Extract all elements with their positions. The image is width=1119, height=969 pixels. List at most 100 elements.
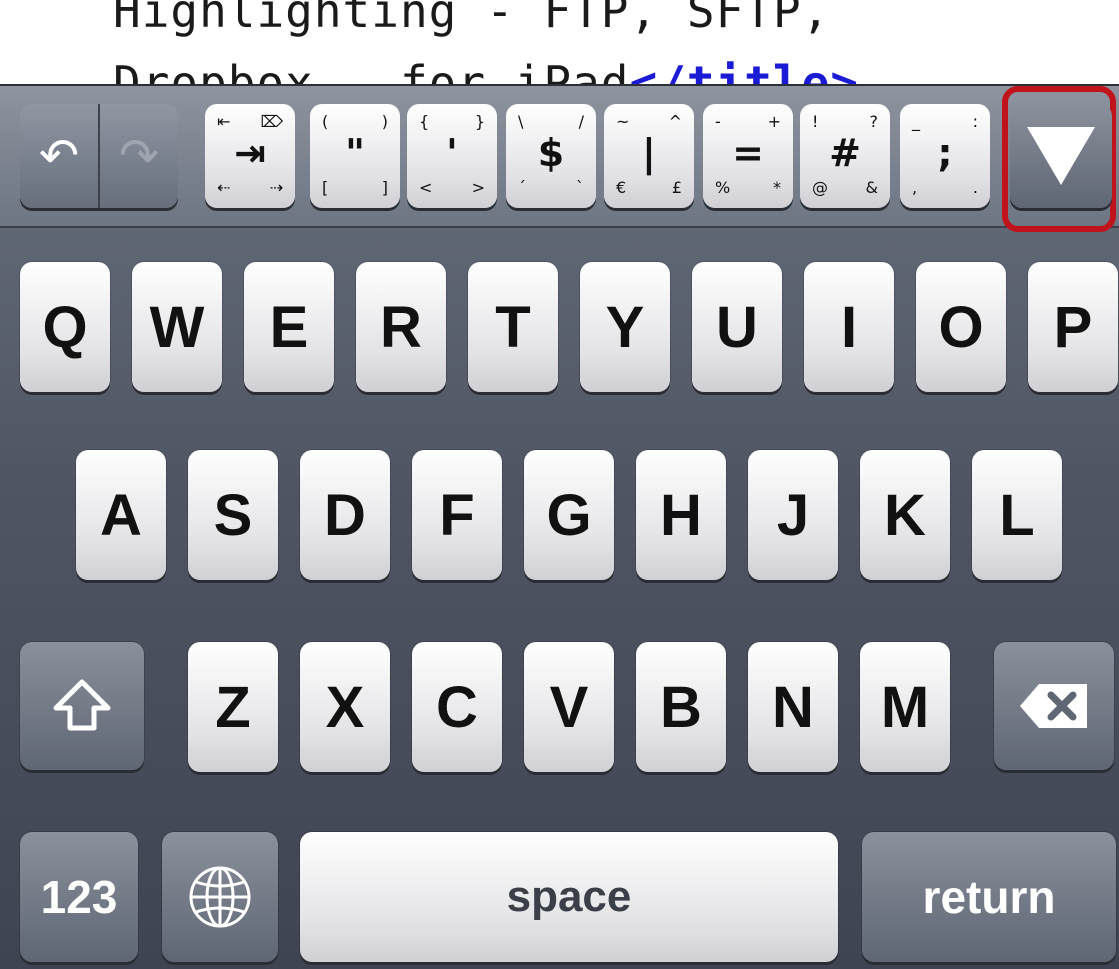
pipe-key-bl-glyph: € bbox=[616, 178, 627, 197]
key-d[interactable]: D bbox=[300, 450, 390, 580]
key-p[interactable]: P bbox=[1028, 262, 1118, 392]
return-key-label: return bbox=[922, 871, 1056, 923]
return-key[interactable]: return bbox=[862, 832, 1116, 962]
key-a[interactable]: A bbox=[76, 450, 166, 580]
key-z[interactable]: Z bbox=[188, 642, 278, 772]
backspace-icon bbox=[1020, 684, 1087, 728]
key-b-label: B bbox=[660, 674, 702, 740]
editor-text-area[interactable]: Highlighting - FTP, SFTP, Dropbox - for … bbox=[0, 0, 1119, 90]
brace-apostrophe-key[interactable]: {} ' < > bbox=[407, 104, 497, 208]
key-r[interactable]: R bbox=[356, 262, 446, 392]
equals-key-c-glyph: = bbox=[732, 131, 764, 175]
on-screen-keyboard: ↶ ↷ ⇤ ⌦ ⇥ ⇠ ⇢ () " [] {} ' < > \ / $ ´ ` ~ ^ | € £ - + =% *!? # @ & _… bbox=[0, 84, 1119, 969]
equals-key[interactable]: - + =% * bbox=[703, 104, 793, 208]
paren-quote-key-bl-glyph: [ bbox=[322, 178, 329, 197]
hash-key[interactable]: !? # @ & bbox=[800, 104, 890, 208]
key-u[interactable]: U bbox=[692, 262, 782, 392]
tab-key-tl-glyph: ⇤ bbox=[217, 112, 231, 131]
paren-quote-key-tr-glyph: ) bbox=[381, 112, 388, 131]
hash-key-br-glyph: & bbox=[865, 178, 878, 197]
pipe-key-c-glyph: | bbox=[642, 131, 656, 175]
dismiss-keyboard-triangle-icon bbox=[1027, 127, 1095, 185]
key-m[interactable]: M bbox=[860, 642, 950, 772]
shift-arrow-icon bbox=[53, 679, 111, 731]
semicolon-key[interactable]: _:;,. bbox=[900, 104, 990, 208]
hash-key-bl-glyph: @ bbox=[812, 178, 828, 197]
key-x[interactable]: X bbox=[300, 642, 390, 772]
dollar-key-bl-glyph: ´ bbox=[518, 178, 526, 197]
tab-key-tr-glyph: ⌦ bbox=[260, 112, 283, 131]
space-key-label: space bbox=[506, 872, 632, 921]
key-c-label: C bbox=[436, 674, 478, 740]
pipe-key-tl-glyph: ~ bbox=[616, 112, 630, 131]
numbers-key[interactable]: 123 bbox=[20, 832, 138, 962]
dollar-key-br-glyph: ` bbox=[576, 178, 584, 197]
key-w[interactable]: W bbox=[132, 262, 222, 392]
redo-arrow-icon: ↷ bbox=[118, 128, 160, 184]
semicolon-key-c-glyph: ; bbox=[937, 131, 953, 175]
pipe-key-br-glyph: £ bbox=[671, 178, 682, 197]
key-l[interactable]: L bbox=[972, 450, 1062, 580]
key-v-label: V bbox=[549, 674, 589, 740]
key-e[interactable]: E bbox=[244, 262, 334, 392]
tab-key-bl-glyph: ⇠ bbox=[217, 178, 231, 197]
key-c[interactable]: C bbox=[412, 642, 502, 772]
key-r-label: R bbox=[380, 294, 422, 360]
shift-key[interactable] bbox=[20, 642, 144, 770]
key-n[interactable]: N bbox=[748, 642, 838, 772]
globe-key[interactable] bbox=[162, 832, 278, 962]
key-x-label: X bbox=[325, 674, 365, 740]
key-k[interactable]: K bbox=[860, 450, 950, 580]
semicolon-key-tl-glyph: _ bbox=[912, 112, 920, 131]
key-g[interactable]: G bbox=[524, 450, 614, 580]
key-v[interactable]: V bbox=[524, 642, 614, 772]
brace-apostrophe-key-c-glyph: ' bbox=[446, 131, 458, 175]
equals-key-br-glyph: * bbox=[773, 178, 781, 197]
paren-quote-key-br-glyph: ] bbox=[381, 178, 388, 197]
key-f[interactable]: F bbox=[412, 450, 502, 580]
semicolon-key-br-glyph: . bbox=[972, 178, 978, 197]
key-u-label: U bbox=[716, 294, 758, 360]
paren-quote-key-tl-glyph: ( bbox=[322, 112, 329, 131]
brace-apostrophe-key-tr-glyph: } bbox=[474, 112, 485, 131]
key-t[interactable]: T bbox=[468, 262, 558, 392]
undo-redo-group: ↶ ↷ bbox=[20, 104, 178, 208]
key-j[interactable]: J bbox=[748, 450, 838, 580]
dollar-key-tr-glyph: / bbox=[578, 112, 584, 131]
key-n-label: N bbox=[772, 674, 814, 740]
key-h-label: H bbox=[660, 482, 702, 548]
key-f-label: F bbox=[439, 482, 475, 548]
brace-apostrophe-key-bl-glyph: < bbox=[419, 178, 433, 197]
key-b[interactable]: B bbox=[636, 642, 726, 772]
key-k-label: K bbox=[884, 482, 926, 548]
undo-arrow-icon: ↶ bbox=[38, 128, 80, 184]
brace-apostrophe-key-tl-glyph: { bbox=[419, 112, 430, 131]
key-a-label: A bbox=[100, 482, 142, 548]
space-key[interactable]: space bbox=[300, 832, 838, 962]
key-q[interactable]: Q bbox=[20, 262, 110, 392]
paren-quote-key[interactable]: () " [] bbox=[310, 104, 400, 208]
key-h[interactable]: H bbox=[636, 450, 726, 580]
dollar-key[interactable]: \ / $ ´ ` bbox=[506, 104, 596, 208]
extension-key-bar: ↶ ↷ ⇤ ⌦ ⇥ ⇠ ⇢ () " [] {} ' < > \ / $ ´ ` ~ ^ | € £ - + =% *!? # @ & _… bbox=[0, 86, 1119, 232]
redo-button[interactable]: ↷ bbox=[100, 104, 178, 208]
key-t-label: T bbox=[495, 294, 531, 360]
pipe-key[interactable]: ~ ^ | € £ bbox=[604, 104, 694, 208]
globe-icon bbox=[189, 866, 251, 928]
delete-key[interactable] bbox=[994, 642, 1114, 770]
key-y[interactable]: Y bbox=[580, 262, 670, 392]
key-i[interactable]: I bbox=[804, 262, 894, 392]
key-s[interactable]: S bbox=[188, 450, 278, 580]
key-m-label: M bbox=[880, 674, 930, 740]
equals-key-tl-glyph: - bbox=[715, 112, 721, 131]
key-d-label: D bbox=[324, 482, 366, 548]
hash-key-tl-glyph: ! bbox=[812, 112, 819, 131]
undo-button[interactable]: ↶ bbox=[20, 104, 100, 208]
tab-key[interactable]: ⇤ ⌦ ⇥ ⇠ ⇢ bbox=[205, 104, 295, 208]
dismiss-keyboard-button[interactable] bbox=[1010, 104, 1112, 208]
key-o[interactable]: O bbox=[916, 262, 1006, 392]
key-y-label: Y bbox=[605, 294, 645, 360]
key-s-label: S bbox=[213, 482, 253, 548]
paren-quote-key-c-glyph: " bbox=[345, 131, 365, 175]
editor-line-1: Highlighting - FTP, SFTP, bbox=[113, 0, 831, 38]
